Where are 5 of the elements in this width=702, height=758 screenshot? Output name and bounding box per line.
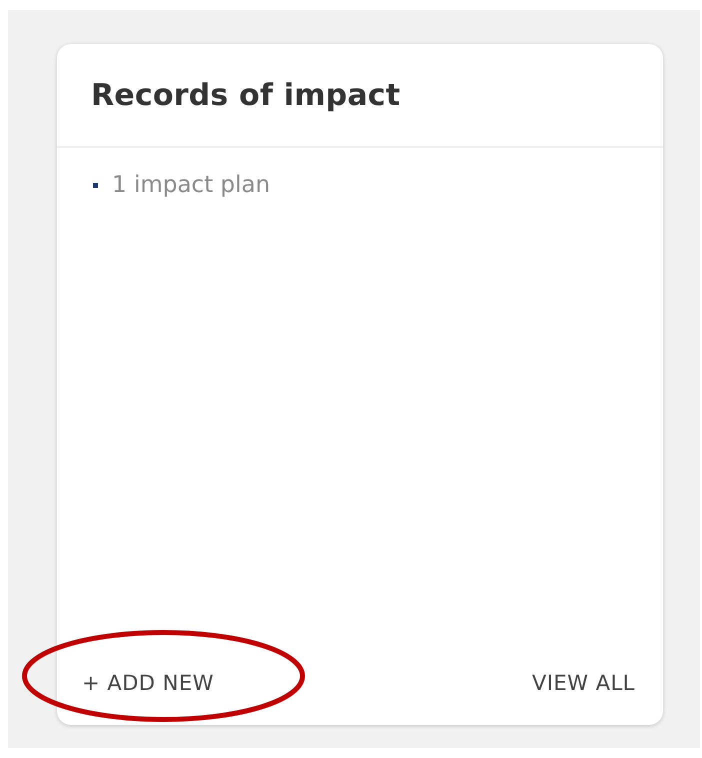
record-item: 1 impact plan bbox=[112, 172, 270, 198]
card-title: Records of impact bbox=[91, 78, 400, 112]
add-new-button[interactable]: + ADD NEW bbox=[82, 671, 214, 695]
bullet-icon bbox=[93, 182, 98, 188]
view-all-button[interactable]: VIEW ALL bbox=[532, 671, 635, 695]
